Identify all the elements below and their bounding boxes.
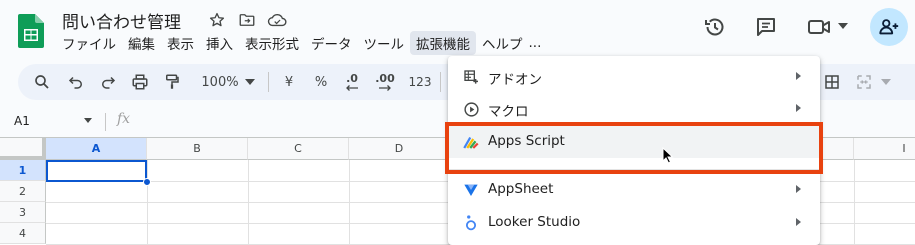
appsheet-icon [462, 181, 480, 199]
menu-item-label: AppSheet [488, 181, 554, 197]
decrease-decimal-button[interactable]: .0 [340, 64, 364, 100]
currency-format-button[interactable]: ¥ [280, 64, 298, 100]
print-icon[interactable] [128, 64, 152, 100]
menu-file[interactable]: ファイル [56, 31, 122, 55]
percent-format-button[interactable]: % [312, 64, 330, 100]
menu-insert[interactable]: 挿入 [200, 31, 239, 55]
google-sheets-window: 問い合わせ管理 ファイル 編集 表示 挿入 表示形式 データ ツール 拡張機能 … [0, 0, 915, 245]
toolbar-divider [268, 72, 269, 92]
formula-divider [105, 113, 106, 131]
grid-column-line [349, 160, 350, 245]
decrease-decimal-label: .0 [346, 72, 358, 85]
borders-icon[interactable] [820, 64, 844, 100]
merge-dropdown-icon[interactable] [880, 64, 892, 100]
mouse-pointer-icon [662, 146, 674, 168]
menu-item-macros[interactable]: マクロ [448, 93, 820, 125]
menu-item-looker-studio[interactable]: Looker Studio [448, 207, 820, 239]
increase-decimal-button[interactable]: .00 [370, 64, 400, 100]
number-format-button[interactable]: 123 [406, 64, 434, 100]
fx-icon: fx [117, 111, 131, 127]
column-header-i[interactable]: I [854, 138, 915, 160]
zoom-select[interactable]: 100% [198, 64, 242, 100]
comments-icon[interactable] [753, 14, 779, 40]
menu-edit[interactable]: 編集 [122, 31, 161, 55]
menu-item-label: マクロ [488, 104, 529, 120]
menu-help[interactable]: ヘルプ [476, 31, 529, 55]
sheets-logo-icon[interactable] [18, 14, 44, 48]
column-header-b[interactable]: B [147, 138, 248, 160]
looker-studio-icon [462, 214, 480, 232]
row-header-3[interactable]: 3 [0, 202, 46, 223]
star-icon[interactable] [207, 10, 227, 30]
macro-play-icon [462, 100, 480, 118]
menu-item-label: アドオン [488, 72, 542, 88]
search-icon[interactable] [30, 64, 54, 100]
column-header-a[interactable]: A [46, 138, 147, 160]
submenu-arrow-icon [796, 104, 801, 112]
row-header-4[interactable]: 4 [0, 223, 46, 244]
submenu-arrow-icon [796, 185, 801, 193]
version-history-icon[interactable] [702, 14, 728, 40]
merge-cells-icon[interactable] [852, 64, 876, 100]
menu-item-appsheet[interactable]: AppSheet [448, 174, 820, 206]
addon-icon [462, 68, 480, 86]
menu-format[interactable]: 表示形式 [239, 31, 305, 55]
paint-format-icon[interactable] [160, 64, 184, 100]
active-cell-a1[interactable] [46, 160, 147, 182]
document-title[interactable]: 問い合わせ管理 [62, 8, 181, 33]
name-box-dropdown-icon[interactable] [84, 118, 92, 123]
menu-tools[interactable]: ツール [358, 31, 411, 55]
redo-icon[interactable] [96, 64, 120, 100]
meet-dropdown-icon[interactable] [838, 22, 848, 30]
share-add-person-icon[interactable] [870, 8, 908, 46]
column-header-d[interactable]: D [349, 138, 450, 160]
menu-item-addons[interactable]: アドオン [448, 61, 820, 93]
highlight-annotation [445, 122, 823, 174]
undo-icon[interactable] [64, 64, 88, 100]
row-header-2[interactable]: 2 [0, 181, 46, 202]
select-all-corner[interactable] [0, 138, 46, 160]
menu-more[interactable]: ... [529, 33, 548, 53]
zoom-dropdown-icon[interactable] [244, 64, 256, 100]
grid-column-line [248, 160, 249, 245]
submenu-arrow-icon [796, 218, 801, 226]
menubar: ファイル 編集 表示 挿入 表示形式 データ ツール 拡張機能 ヘルプ ... [56, 31, 548, 55]
menu-data[interactable]: データ [305, 31, 358, 55]
row-header-1[interactable]: 1 [0, 160, 46, 181]
menu-extensions[interactable]: 拡張機能 [410, 31, 476, 55]
increase-decimal-label: .00 [375, 72, 395, 85]
name-box[interactable]: A1 [14, 114, 30, 128]
toolbar-divider [440, 72, 441, 92]
menu-view[interactable]: 表示 [161, 31, 200, 55]
fill-handle[interactable] [143, 178, 151, 186]
grid-column-line [854, 160, 855, 245]
grid-column-line [147, 160, 148, 245]
meet-video-icon[interactable] [806, 14, 834, 40]
menu-item-label: Looker Studio [488, 214, 581, 230]
submenu-arrow-icon [796, 72, 801, 80]
cloud-saved-icon[interactable] [267, 10, 287, 30]
move-folder-icon[interactable] [237, 10, 257, 30]
column-header-c[interactable]: C [248, 138, 349, 160]
